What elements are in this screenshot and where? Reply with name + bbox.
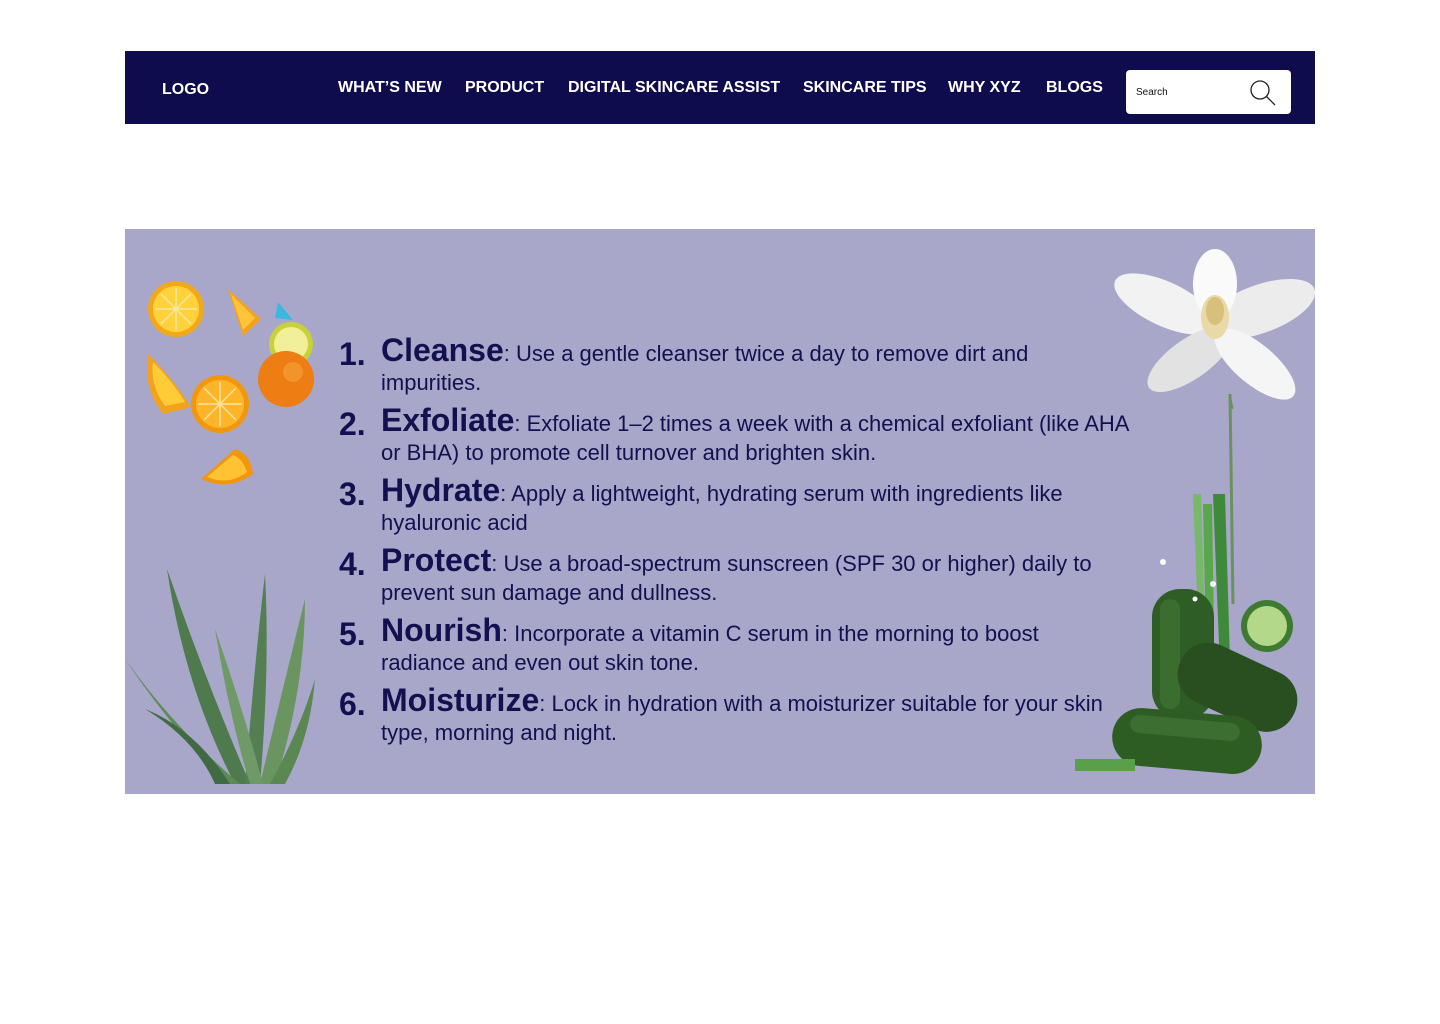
nav-item-skincare-tips[interactable]: SKINCARE TIPS [803, 79, 927, 97]
aloe-vera-image [125, 569, 315, 784]
tip-title: Cleanse [381, 332, 504, 368]
nav-item-blogs[interactable]: BLOGS [1046, 79, 1103, 97]
list-item: 5. Nourish: Incorporate a vitamin C seru… [339, 614, 1129, 677]
skincare-tips-banner: 1. Cleanse: Use a gentle cleanser twice … [125, 229, 1315, 794]
search-box [1126, 70, 1291, 114]
tip-number: 4. [339, 546, 366, 582]
list-item: 6. Moisturize: Lock in hydration with a … [339, 684, 1129, 747]
list-item: 1. Cleanse: Use a gentle cleanser twice … [339, 334, 1129, 397]
list-item: 2. Exfoliate: Exfoliate 1–2 times a week… [339, 404, 1129, 467]
tip-number: 3. [339, 476, 366, 512]
tip-body: Moisturize: Lock in hydration with a moi… [381, 684, 1129, 747]
tip-title: Exfoliate [381, 402, 515, 438]
list-item: 4. Protect: Use a broad-spectrum sunscre… [339, 544, 1129, 607]
top-navbar: LOGO WHAT’S NEW PRODUCT DIGITAL SKINCARE… [125, 51, 1315, 124]
tip-number: 6. [339, 686, 366, 722]
tip-title: Hydrate [381, 472, 501, 508]
logo[interactable]: LOGO [162, 81, 209, 99]
tip-number: 5. [339, 616, 366, 652]
tip-body: Hydrate: Apply a lightweight, hydrating … [381, 474, 1129, 537]
tip-title: Protect [381, 542, 492, 578]
list-item: 3. Hydrate: Apply a lightweight, hydrati… [339, 474, 1129, 537]
tip-title: Moisturize [381, 682, 540, 718]
nav-item-digital-skincare-assist[interactable]: DIGITAL SKINCARE ASSIST [568, 79, 780, 97]
search-input[interactable] [1136, 82, 1246, 102]
nav-item-whats-new[interactable]: WHAT’S NEW [338, 79, 442, 97]
citrus-slices-image [147, 281, 314, 485]
magnolia-flower-image [1114, 249, 1315, 409]
tip-number: 2. [339, 406, 366, 442]
tip-body: Protect: Use a broad-spectrum sunscreen … [381, 544, 1129, 607]
tip-title: Nourish [381, 612, 502, 648]
tip-body: Nourish: Incorporate a vitamin C serum i… [381, 614, 1129, 677]
nav-item-why-xyz[interactable]: WHY XYZ [948, 79, 1021, 97]
tip-body: Cleanse: Use a gentle cleanser twice a d… [381, 334, 1129, 397]
nav-item-product[interactable]: PRODUCT [465, 79, 544, 97]
tip-number: 1. [339, 336, 366, 372]
skincare-tips-list: 1. Cleanse: Use a gentle cleanser twice … [339, 334, 1129, 756]
tip-body: Exfoliate: Exfoliate 1–2 times a week wi… [381, 404, 1129, 467]
search-icon[interactable] [1249, 79, 1277, 107]
